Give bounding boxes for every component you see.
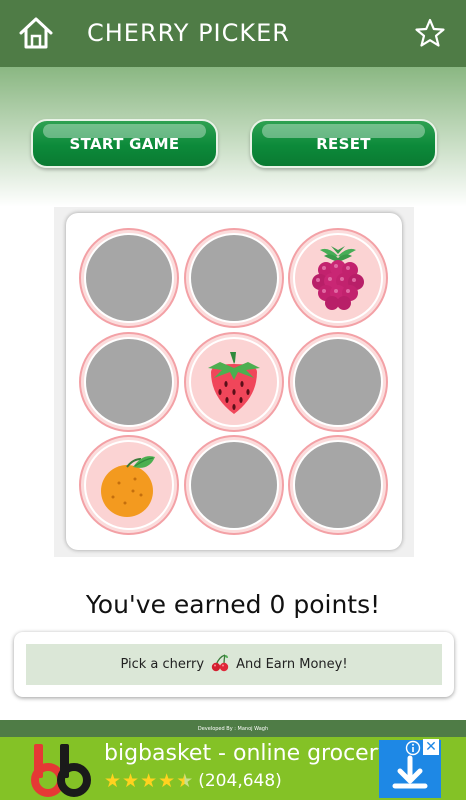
start-game-button[interactable]: START GAME: [31, 119, 218, 168]
hidden-tile: [293, 440, 383, 530]
promo-text-before: Pick a cherry: [120, 657, 205, 672]
start-game-label: START GAME: [69, 134, 180, 153]
board-cell-2[interactable]: [184, 228, 284, 328]
score-text: You've earned 0 points!: [85, 590, 381, 619]
hidden-tile: [84, 233, 174, 323]
board-cell-1[interactable]: [79, 228, 179, 328]
ad-rating: ★ ★ ★ ★ ★ (204,648): [104, 771, 282, 791]
bigbasket-logo[interactable]: [24, 740, 92, 798]
page-title: CHERRY PICKER: [87, 19, 290, 47]
strawberry-icon: [208, 352, 260, 414]
star-filled-icon: ★: [158, 770, 176, 792]
ad-info-icon[interactable]: [405, 740, 421, 756]
strawberry-tile: [189, 337, 279, 427]
board-cell-5[interactable]: [184, 332, 284, 432]
promo-card: Pick a cherry And Earn Money!: [14, 632, 454, 697]
board-cell-3[interactable]: [288, 228, 388, 328]
ad-title[interactable]: bigbasket - online grocery: [104, 741, 391, 766]
star-filled-icon: ★: [140, 770, 158, 792]
board-cell-6[interactable]: [288, 332, 388, 432]
hidden-tile: [189, 233, 279, 323]
star-outline-icon[interactable]: [414, 17, 446, 49]
star-filled-icon: ★: [122, 770, 140, 792]
raspberry-icon: [312, 246, 364, 310]
board-cell-7[interactable]: [79, 435, 179, 535]
star-half-icon: ★: [176, 770, 194, 792]
ad-close-icon[interactable]: ✕: [423, 739, 439, 755]
board-cell-8[interactable]: [184, 435, 284, 535]
hidden-tile: [293, 337, 383, 427]
orange-tile: [84, 440, 174, 530]
game-board: [66, 213, 402, 550]
reset-label: RESET: [316, 134, 371, 153]
raspberry-tile: [293, 233, 383, 323]
hidden-tile: [84, 337, 174, 427]
board-cell-9[interactable]: [288, 435, 388, 535]
board-cell-4[interactable]: [79, 332, 179, 432]
promo-text-after: And Earn Money!: [236, 657, 348, 672]
cherry-icon: [210, 653, 230, 677]
promo-banner: Pick a cherry And Earn Money!: [26, 644, 442, 685]
star-filled-icon: ★: [104, 770, 122, 792]
ad-rating-count: (204,648): [198, 771, 282, 791]
home-icon[interactable]: [18, 16, 54, 50]
reset-button[interactable]: RESET: [250, 119, 437, 168]
hidden-tile: [189, 440, 279, 530]
footer-credit: Developed By : Manoj Wagh: [197, 725, 269, 732]
footer-credit-bar: Developed By : Manoj Wagh: [0, 720, 466, 737]
orange-icon: [101, 456, 155, 517]
